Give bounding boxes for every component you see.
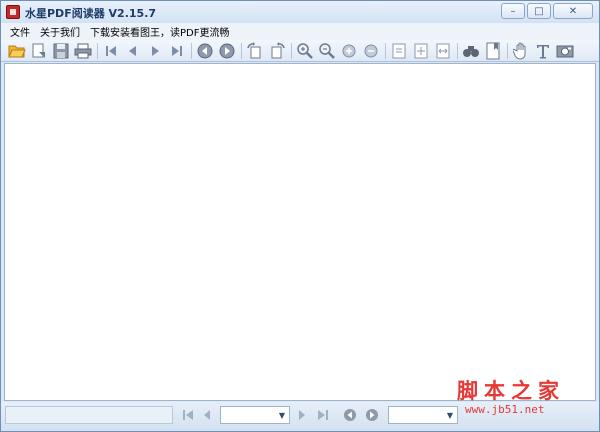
- last-page-icon[interactable]: [315, 407, 331, 423]
- previous-page-icon[interactable]: [124, 42, 142, 60]
- back-icon[interactable]: [196, 42, 214, 60]
- hand-tool-icon[interactable]: [512, 42, 530, 60]
- toolbar-separator: [291, 42, 292, 59]
- find-icon[interactable]: [462, 42, 480, 60]
- page-number-select[interactable]: ▼: [220, 406, 290, 424]
- toolbar: [1, 40, 599, 62]
- zoom-out-icon[interactable]: [318, 42, 336, 60]
- title-bar[interactable]: 水星PDF阅读器 V2.15.7 – □ ✕: [1, 1, 599, 23]
- toolbar-separator: [385, 42, 386, 59]
- back-icon[interactable]: [342, 407, 358, 423]
- window-controls: – □ ✕: [501, 3, 593, 19]
- first-page-icon[interactable]: [180, 407, 196, 423]
- minimize-icon: –: [510, 5, 516, 17]
- close-button[interactable]: ✕: [553, 3, 593, 19]
- minimize-button[interactable]: –: [501, 3, 525, 19]
- zoom-in-small-icon[interactable]: [340, 42, 358, 60]
- watermark: 脚本之家 www.jb51.net: [455, 375, 597, 423]
- text-select-icon[interactable]: [534, 42, 552, 60]
- maximize-button[interactable]: □: [527, 3, 551, 19]
- close-icon: ✕: [568, 5, 578, 17]
- save-icon[interactable]: [52, 42, 70, 60]
- first-page-icon[interactable]: [102, 42, 120, 60]
- maximize-icon: □: [534, 5, 544, 17]
- open-recent-icon[interactable]: [30, 42, 48, 60]
- snapshot-icon[interactable]: [556, 42, 574, 60]
- fit-width-icon[interactable]: [434, 42, 452, 60]
- fit-page-icon[interactable]: [412, 42, 430, 60]
- actual-size-icon[interactable]: [390, 42, 408, 60]
- chevron-down-icon[interactable]: ▼: [276, 408, 288, 422]
- toolbar-separator: [507, 42, 508, 59]
- forward-icon[interactable]: [218, 42, 236, 60]
- watermark-url: www.jb51.net: [465, 403, 545, 416]
- zoom-out-small-icon[interactable]: [362, 42, 380, 60]
- rotate-left-icon[interactable]: [246, 41, 264, 60]
- zoom-in-icon[interactable]: [296, 42, 314, 60]
- menu-about[interactable]: 关于我们: [35, 24, 85, 39]
- status-panel: [5, 406, 173, 424]
- menu-bar: 文件 关于我们 下载安装看图王，读PDF更流畅: [1, 23, 599, 40]
- zoom-select[interactable]: ▼: [388, 406, 458, 424]
- rotate-right-icon[interactable]: [268, 41, 286, 60]
- window-title: 水星PDF阅读器 V2.15.7: [25, 7, 157, 20]
- toolbar-separator: [97, 42, 98, 59]
- last-page-icon[interactable]: [168, 42, 186, 60]
- menu-download-promo[interactable]: 下载安装看图王，读PDF更流畅: [85, 24, 234, 39]
- menu-file[interactable]: 文件: [5, 24, 35, 39]
- toolbar-separator: [191, 42, 192, 59]
- bookmark-icon[interactable]: [484, 42, 502, 60]
- app-logo-icon: [6, 5, 20, 19]
- print-icon[interactable]: [74, 42, 92, 60]
- forward-icon[interactable]: [364, 407, 380, 423]
- next-page-icon[interactable]: [294, 407, 310, 423]
- app-window: 水星PDF阅读器 V2.15.7 – □ ✕ 文件 关于我们 下载安装看图王，读…: [0, 0, 600, 432]
- next-page-icon[interactable]: [146, 42, 164, 60]
- open-folder-icon[interactable]: [8, 42, 26, 60]
- toolbar-separator: [457, 42, 458, 59]
- previous-page-icon[interactable]: [199, 407, 215, 423]
- watermark-title: 脚本之家: [457, 378, 565, 403]
- document-viewport[interactable]: [4, 63, 596, 401]
- toolbar-separator: [241, 42, 242, 59]
